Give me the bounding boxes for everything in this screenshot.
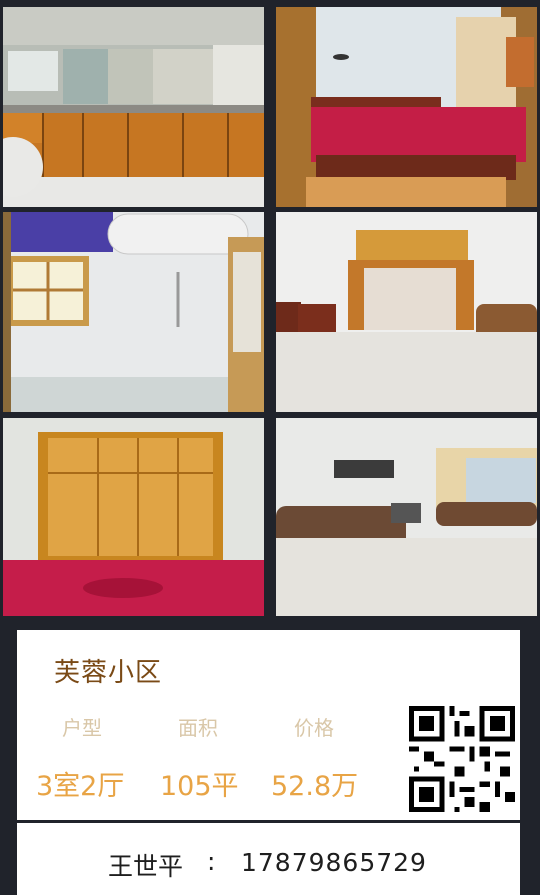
bathroom-photo[interactable] [3, 212, 264, 412]
area-label: 面积 [178, 716, 218, 740]
living-room-photo[interactable] [276, 418, 537, 616]
dining-room-photo[interactable] [276, 212, 537, 412]
wardrobe-bedroom-photo[interactable] [3, 418, 264, 616]
community-name: 芙蓉小区 [54, 658, 163, 688]
qr-code-icon[interactable] [409, 706, 515, 812]
area-value: 105平 [160, 771, 239, 802]
layout-label: 户型 [62, 716, 102, 740]
bedroom-photo[interactable] [276, 7, 537, 207]
phone-number[interactable]: 17879865729 [241, 848, 427, 877]
listing-card: 芙蓉小区 户型 面积 价格 3室2厅 105平 52.8万 [17, 630, 520, 820]
layout-value: 3室2厅 [36, 771, 125, 802]
contact-separator: : [207, 847, 216, 876]
agent-name: 王世平 [108, 852, 184, 881]
price-label: 价格 [294, 716, 334, 740]
contact-bar: 王世平 : 17879865729 [17, 823, 520, 895]
price-value: 52.8万 [271, 771, 359, 802]
kitchen-photo[interactable] [3, 7, 264, 207]
